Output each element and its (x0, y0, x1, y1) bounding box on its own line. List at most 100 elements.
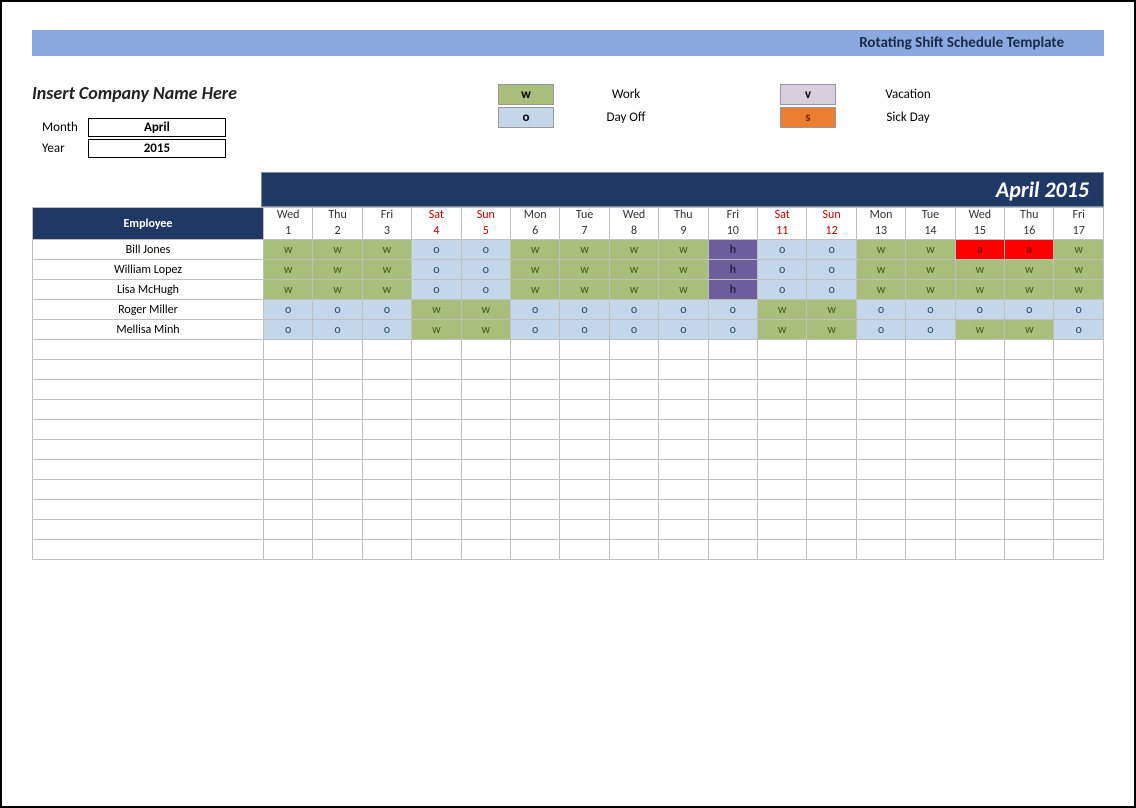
shift-cell[interactable] (609, 460, 658, 480)
shift-cell[interactable] (313, 480, 362, 500)
shift-cell[interactable] (362, 400, 411, 420)
shift-cell[interactable] (560, 380, 609, 400)
shift-cell[interactable]: w (906, 240, 955, 260)
shift-cell[interactable] (1005, 500, 1054, 520)
shift-cell[interactable] (461, 540, 510, 560)
shift-cell[interactable] (461, 380, 510, 400)
shift-cell[interactable] (609, 380, 658, 400)
shift-cell[interactable] (708, 460, 757, 480)
employee-name-cell[interactable] (33, 480, 264, 500)
shift-cell[interactable]: w (659, 260, 708, 280)
shift-cell[interactable] (362, 360, 411, 380)
shift-cell[interactable] (313, 460, 362, 480)
year-input[interactable]: 2015 (88, 139, 226, 158)
shift-cell[interactable] (906, 540, 955, 560)
shift-cell[interactable] (609, 500, 658, 520)
shift-cell[interactable] (906, 460, 955, 480)
shift-cell[interactable]: w (560, 240, 609, 260)
shift-cell[interactable] (856, 420, 905, 440)
shift-cell[interactable] (510, 340, 559, 360)
shift-cell[interactable] (560, 400, 609, 420)
shift-cell[interactable] (1054, 420, 1104, 440)
company-name-field[interactable]: Insert Company Name Here (32, 82, 332, 104)
shift-cell[interactable]: w (856, 280, 905, 300)
shift-cell[interactable] (362, 380, 411, 400)
shift-cell[interactable] (807, 520, 856, 540)
shift-cell[interactable] (1005, 380, 1054, 400)
shift-cell[interactable] (412, 380, 461, 400)
shift-cell[interactable] (412, 460, 461, 480)
shift-cell[interactable] (461, 480, 510, 500)
shift-cell[interactable] (807, 500, 856, 520)
shift-cell[interactable] (510, 500, 559, 520)
shift-cell[interactable]: o (313, 300, 362, 320)
shift-cell[interactable] (807, 340, 856, 360)
shift-cell[interactable]: o (659, 300, 708, 320)
shift-cell[interactable] (313, 440, 362, 460)
shift-cell[interactable]: o (758, 280, 807, 300)
shift-cell[interactable]: w (313, 240, 362, 260)
shift-cell[interactable]: o (807, 240, 856, 260)
shift-cell[interactable]: w (263, 240, 312, 260)
shift-cell[interactable]: w (955, 320, 1004, 340)
shift-cell[interactable] (461, 360, 510, 380)
shift-cell[interactable]: a (955, 240, 1004, 260)
shift-cell[interactable] (659, 360, 708, 380)
shift-cell[interactable] (708, 400, 757, 420)
shift-cell[interactable] (461, 340, 510, 360)
shift-cell[interactable] (1054, 460, 1104, 480)
shift-cell[interactable] (313, 520, 362, 540)
shift-cell[interactable]: o (263, 300, 312, 320)
shift-cell[interactable] (461, 420, 510, 440)
shift-cell[interactable]: w (1054, 280, 1104, 300)
shift-cell[interactable]: h (708, 240, 757, 260)
shift-cell[interactable] (807, 380, 856, 400)
shift-cell[interactable] (263, 400, 312, 420)
shift-cell[interactable] (856, 460, 905, 480)
shift-cell[interactable] (708, 480, 757, 500)
shift-cell[interactable] (906, 500, 955, 520)
shift-cell[interactable]: w (906, 260, 955, 280)
shift-cell[interactable] (906, 520, 955, 540)
shift-cell[interactable] (758, 520, 807, 540)
shift-cell[interactable] (906, 360, 955, 380)
shift-cell[interactable] (313, 360, 362, 380)
shift-cell[interactable] (807, 400, 856, 420)
shift-cell[interactable]: w (313, 280, 362, 300)
shift-cell[interactable] (313, 400, 362, 420)
shift-cell[interactable] (659, 380, 708, 400)
shift-cell[interactable]: o (412, 260, 461, 280)
shift-cell[interactable] (362, 520, 411, 540)
shift-cell[interactable]: o (609, 320, 658, 340)
shift-cell[interactable] (758, 540, 807, 560)
shift-cell[interactable]: o (362, 320, 411, 340)
shift-cell[interactable]: w (955, 280, 1004, 300)
shift-cell[interactable]: o (708, 320, 757, 340)
shift-cell[interactable]: w (362, 260, 411, 280)
shift-cell[interactable] (1005, 440, 1054, 460)
shift-cell[interactable] (1054, 540, 1104, 560)
shift-cell[interactable] (412, 480, 461, 500)
shift-cell[interactable] (1005, 400, 1054, 420)
shift-cell[interactable]: o (1054, 320, 1104, 340)
shift-cell[interactable] (263, 520, 312, 540)
shift-cell[interactable] (1005, 520, 1054, 540)
shift-cell[interactable]: w (412, 320, 461, 340)
shift-cell[interactable]: o (412, 280, 461, 300)
shift-cell[interactable] (708, 500, 757, 520)
shift-cell[interactable]: w (856, 260, 905, 280)
shift-cell[interactable] (263, 500, 312, 520)
shift-cell[interactable]: w (1054, 260, 1104, 280)
shift-cell[interactable]: o (510, 320, 559, 340)
shift-cell[interactable] (758, 420, 807, 440)
shift-cell[interactable] (461, 500, 510, 520)
shift-cell[interactable]: o (856, 320, 905, 340)
shift-cell[interactable] (362, 500, 411, 520)
shift-cell[interactable] (906, 440, 955, 460)
shift-cell[interactable] (856, 440, 905, 460)
employee-name-cell[interactable] (33, 360, 264, 380)
shift-cell[interactable] (955, 420, 1004, 440)
shift-cell[interactable] (560, 460, 609, 480)
shift-cell[interactable] (1054, 400, 1104, 420)
shift-cell[interactable] (313, 340, 362, 360)
